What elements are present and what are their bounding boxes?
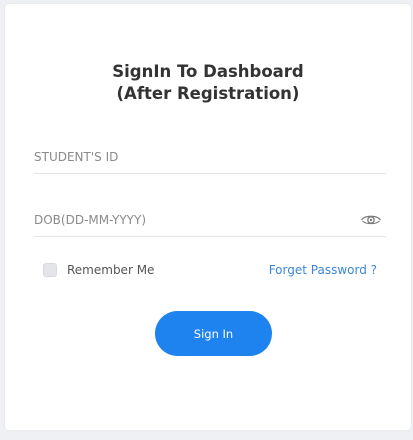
page-title: SignIn To Dashboard (After Registration) bbox=[5, 61, 411, 105]
title-line-2: (After Registration) bbox=[116, 84, 300, 103]
student-id-field bbox=[34, 140, 386, 174]
remember-me-label: Remember Me bbox=[67, 263, 155, 277]
remember-me-control[interactable]: Remember Me bbox=[43, 262, 154, 278]
remember-me-checkbox[interactable] bbox=[43, 263, 57, 277]
forgot-password-link[interactable]: Forget Password ? bbox=[269, 263, 377, 277]
student-id-input[interactable] bbox=[34, 140, 334, 173]
dob-field bbox=[34, 203, 386, 237]
login-card: SignIn To Dashboard (After Registration)… bbox=[5, 4, 411, 430]
sign-in-button[interactable]: Sign In bbox=[155, 311, 272, 356]
eye-icon[interactable] bbox=[360, 212, 382, 228]
title-line-1: SignIn To Dashboard bbox=[112, 62, 304, 81]
dob-input[interactable] bbox=[34, 203, 334, 236]
